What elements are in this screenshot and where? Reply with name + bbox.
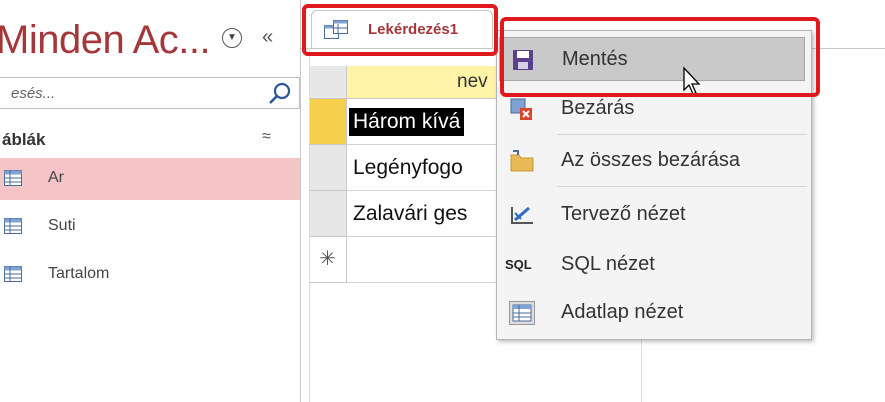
folder-icon	[510, 150, 534, 172]
datasheet-view-icon	[509, 301, 535, 325]
cell-value: Legényfogo	[353, 156, 463, 179]
cell-value: Zalavári ges	[353, 202, 468, 225]
navigation-pane: Minden Ac... ▼ « áblák ≈ Ar Suti	[0, 0, 301, 402]
table-icon	[4, 218, 22, 234]
menu-item-label: SQL nézet	[561, 253, 655, 275]
nav-item-label: Tartalom	[48, 265, 110, 282]
column-header-label: nev	[457, 71, 488, 92]
menu-item-label: Tervező nézet	[561, 203, 686, 225]
nav-item-tartalom[interactable]: Tartalom	[0, 254, 300, 296]
menu-item-close-all[interactable]: Az összes bezárása	[497, 139, 811, 183]
menu-item-sql-view[interactable]: SQL SQL nézet	[497, 243, 811, 287]
table-icon	[4, 170, 22, 186]
menu-item-design-view[interactable]: Tervező nézet	[497, 193, 811, 237]
row-selector[interactable]	[309, 191, 347, 237]
menu-item-label: Adatlap nézet	[561, 301, 684, 323]
group-collapse-icon[interactable]: ≈	[262, 128, 271, 146]
new-record-row-selector[interactable]: ✳	[309, 237, 347, 283]
sql-icon: SQL	[505, 257, 532, 272]
tables-group-header[interactable]: áblák	[2, 130, 45, 150]
nav-search-box[interactable]	[0, 77, 300, 109]
row-selector[interactable]	[309, 145, 347, 191]
nav-item-label: Suti	[48, 217, 76, 234]
row-selector[interactable]	[309, 99, 347, 145]
shutter-bar-collapse-icon[interactable]: «	[262, 26, 273, 49]
menu-item-label: Bezárás	[561, 97, 635, 119]
save-highlight-callout	[500, 17, 820, 97]
nav-pane-title[interactable]: Minden Ac...	[0, 18, 211, 63]
select-all-corner[interactable]	[309, 66, 347, 99]
menu-item-datasheet-view[interactable]: Adatlap nézet	[497, 291, 811, 335]
menu-separator	[557, 134, 807, 135]
grid-line	[309, 48, 310, 402]
menu-item-label: Az összes bezárása	[561, 149, 740, 171]
design-view-icon	[511, 206, 533, 224]
nav-item-suti[interactable]: Suti	[0, 206, 300, 248]
nav-search-input[interactable]	[9, 84, 253, 103]
nav-item-label: Ar	[48, 169, 64, 186]
nav-item-ar[interactable]: Ar	[0, 158, 300, 200]
nav-dropdown-icon[interactable]: ▼	[222, 28, 242, 48]
search-icon[interactable]	[267, 81, 293, 107]
table-icon	[4, 266, 22, 282]
close-document-icon	[510, 98, 532, 120]
tab-highlight-callout	[302, 4, 498, 56]
menu-separator	[557, 186, 807, 187]
cell-value: Három kívá	[349, 108, 465, 136]
